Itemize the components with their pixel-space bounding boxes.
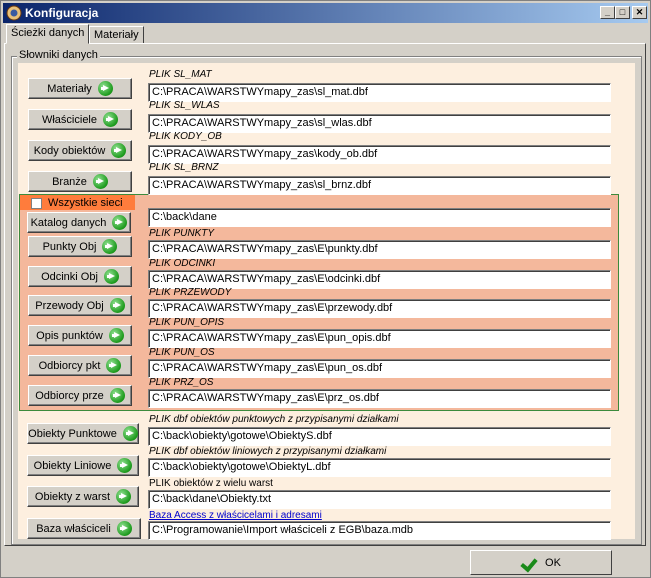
row-5-path-input[interactable]: C:\PRACA\WARSTWYmapy_zas\E\punkty.dbf: [148, 240, 611, 259]
row-9-path-input[interactable]: C:\PRACA\WARSTWYmapy_zas\E\pun_os.dbf: [148, 359, 611, 378]
groupbox-label: Słowniki danych: [17, 49, 100, 61]
row-10-button-label: Odbiorcy prze: [35, 389, 104, 402]
all-networks-label: Wszystkie sieci: [48, 197, 123, 209]
title-bar[interactable]: Konfiguracja _ □ ✕: [3, 3, 648, 23]
row-3-button-label: Branże: [52, 175, 87, 188]
row-7-path-input[interactable]: C:\PRACA\WARSTWYmapy_zas\E\przewody.dbf: [148, 299, 611, 318]
row-12-path-input[interactable]: C:\back\obiekty\gotowe\ObiektyL.dbf: [148, 458, 611, 477]
arrow-right-icon: [111, 143, 127, 158]
row-0-browse-button[interactable]: Materiały: [28, 78, 132, 99]
row-6-button-label: Odcinki Obj: [41, 270, 98, 283]
row-3-path-input[interactable]: C:\PRACA\WARSTWYmapy_zas\sl_brnz.dbf: [148, 176, 611, 195]
row-8-browse-button[interactable]: Opis punktów: [28, 325, 132, 346]
row-11-button-label: Obiekty Punktowe: [28, 427, 117, 440]
row-2-button-label: Kody obiektów: [33, 144, 106, 157]
arrow-right-icon: [112, 215, 128, 230]
arrow-right-icon: [92, 174, 108, 189]
maximize-button[interactable]: □: [615, 6, 630, 19]
row-14-button-label: Baza właściceli: [36, 522, 111, 535]
row-0-button-label: Materiały: [47, 82, 92, 95]
row-3-caption: PLIK SL_BRNZ: [149, 162, 219, 173]
row-6-caption: PLIK ODCINKI: [149, 258, 216, 269]
row-2-browse-button[interactable]: Kody obiektów: [28, 140, 132, 161]
row-8-path-input[interactable]: C:\PRACA\WARSTWYmapy_zas\E\pun_opis.dbf: [148, 329, 611, 348]
row-14-browse-button[interactable]: Baza właściceli: [27, 518, 141, 539]
row-4-button-label: Katalog danych: [30, 216, 107, 229]
arrow-right-icon: [117, 458, 133, 473]
arrow-right-icon: [97, 81, 113, 96]
row-13-browse-button[interactable]: Obiekty z warst: [27, 486, 139, 507]
row-12-button-label: Obiekty Liniowe: [33, 459, 112, 472]
row-9-browse-button[interactable]: Odbiorcy pkt: [28, 355, 132, 376]
row-10-path-input[interactable]: C:\PRACA\WARSTWYmapy_zas\E\prz_os.dbf: [148, 389, 611, 408]
window-title: Konfiguracja: [25, 6, 99, 20]
row-13-caption: PLIK obiektów z wielu warst: [149, 478, 273, 489]
row-5-button-label: Punkty Obj: [42, 240, 97, 253]
row-2-caption: PLIK KODY_OB: [149, 131, 222, 142]
arrow-right-icon: [103, 269, 119, 284]
ok-label: OK: [545, 556, 561, 569]
row-11-caption: PLIK dbf obiektów punktowych z przypisan…: [149, 414, 399, 425]
all-networks-checkbox[interactable]: [31, 198, 42, 209]
row-1-browse-button[interactable]: Właściciele: [28, 109, 132, 130]
row-7-caption: PLIK PRZEWODY: [149, 287, 232, 298]
row-1-caption: PLIK SL_WLAS: [149, 100, 220, 111]
row-12-browse-button[interactable]: Obiekty Liniowe: [27, 455, 139, 476]
row-13-path-input[interactable]: C:\back\dane\Obiekty.txt: [148, 490, 611, 509]
row-6-browse-button[interactable]: Odcinki Obj: [28, 266, 132, 287]
arrow-right-icon: [103, 112, 118, 127]
tab-materialy[interactable]: Materiały: [89, 26, 144, 44]
row-11-browse-button[interactable]: Obiekty Punktowe: [27, 423, 139, 444]
row-11-path-input[interactable]: C:\back\obiekty\gotowe\ObiektyS.dbf: [148, 427, 611, 446]
row-4-browse-button[interactable]: Katalog danych: [27, 212, 131, 233]
row-0-caption: PLIK SL_MAT: [149, 69, 212, 80]
row-4-path-input[interactable]: C:\back\dane: [148, 208, 611, 227]
row-14-path-input[interactable]: C:\Programowanie\Import właściceli z EGB…: [148, 521, 611, 540]
row-10-caption: PLIK PRZ_OS: [149, 377, 214, 388]
arrow-right-icon: [109, 298, 125, 313]
tab-sciezki-danych[interactable]: Ścieżki danych: [6, 24, 90, 44]
row-9-caption: PLIK PUN_OS: [149, 347, 215, 358]
row-8-button-label: Opis punktów: [36, 329, 103, 342]
config-window: Konfiguracja _ □ ✕ Ścieżki danych Materi…: [0, 0, 651, 578]
row-5-caption: PLIK PUNKTY: [149, 228, 215, 239]
close-button[interactable]: ✕: [632, 6, 647, 19]
row-10-browse-button[interactable]: Odbiorcy prze: [28, 385, 132, 406]
arrow-right-icon: [108, 328, 124, 343]
row-12-caption: PLIK dbf obiektów liniowych z przypisany…: [149, 446, 387, 457]
arrow-right-icon: [116, 521, 132, 536]
row-14-caption[interactable]: Baza Access z właścicelami i adresami: [149, 510, 322, 521]
arrow-right-icon: [102, 239, 118, 254]
arrow-right-icon: [106, 358, 122, 373]
ok-button[interactable]: OK: [470, 550, 612, 575]
arrow-right-icon: [116, 489, 132, 504]
minimize-button[interactable]: _: [600, 6, 615, 19]
arrow-right-icon: [122, 426, 138, 441]
row-8-caption: PLIK PUN_OPIS: [149, 317, 225, 328]
checkmark-icon: [521, 556, 539, 570]
row-13-button-label: Obiekty z warst: [34, 490, 111, 503]
row-7-button-label: Przewody Obj: [35, 299, 104, 312]
row-9-button-label: Odbiorcy pkt: [38, 359, 101, 372]
row-7-browse-button[interactable]: Przewody Obj: [28, 295, 132, 316]
row-1-button-label: Właściciele: [41, 113, 97, 126]
arrow-right-icon: [109, 388, 125, 403]
app-icon: [6, 5, 22, 21]
row-5-browse-button[interactable]: Punkty Obj: [28, 236, 132, 257]
row-3-browse-button[interactable]: Branże: [28, 171, 132, 192]
